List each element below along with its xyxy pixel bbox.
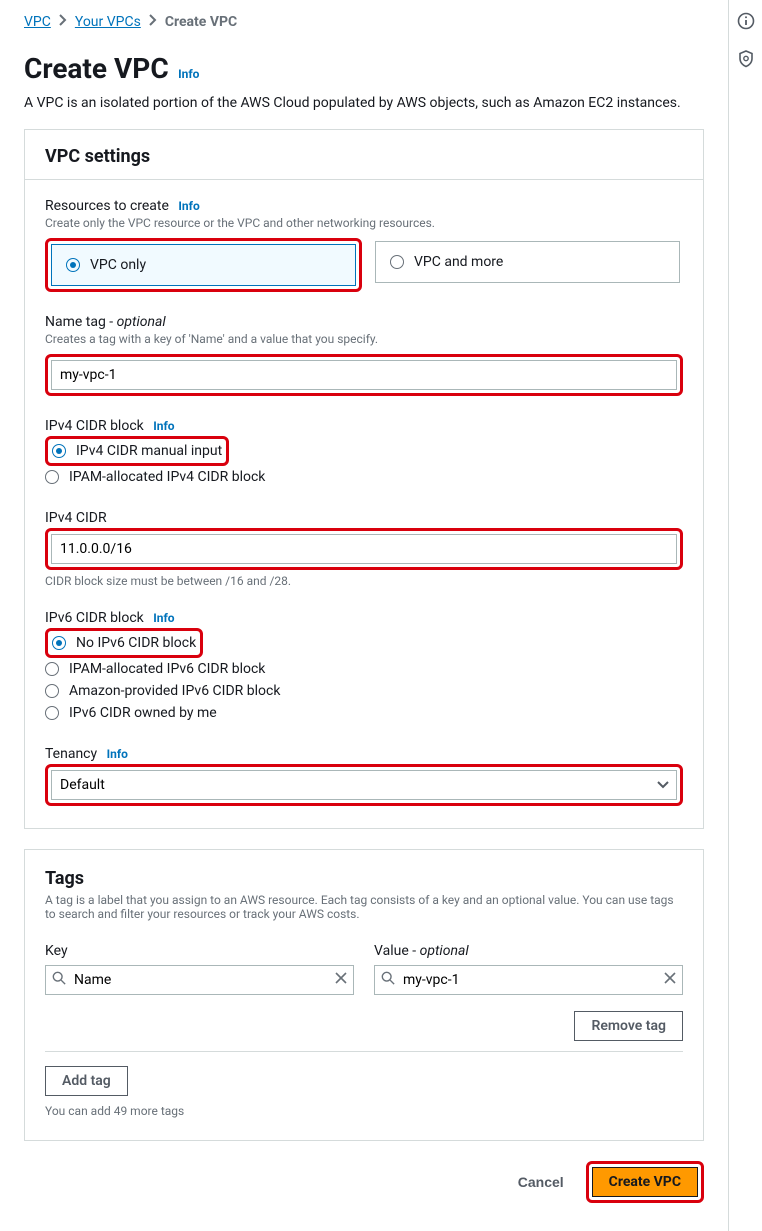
chevron-right-icon [149, 14, 157, 30]
optional-label: optional [420, 943, 469, 959]
tenancy-select[interactable] [51, 770, 677, 800]
search-icon [381, 971, 395, 989]
radio-selected-icon [66, 258, 80, 272]
radio-ipv6-owned[interactable]: IPv6 CIDR owned by me [45, 702, 683, 724]
clear-icon[interactable] [664, 972, 676, 988]
chevron-right-icon [59, 14, 67, 30]
cancel-button[interactable]: Cancel [512, 1173, 570, 1191]
radio-label: IPv4 CIDR manual input [76, 443, 222, 459]
tile-label: VPC only [90, 257, 146, 273]
field-label: Name tag - [45, 314, 117, 330]
ipv4-cidr-field: IPv4 CIDR CIDR block size must be betwee… [45, 510, 683, 588]
field-label: IPv4 CIDR [45, 510, 683, 526]
radio-unselected-icon [45, 662, 59, 676]
tag-key-label: Key [45, 943, 354, 959]
panel-title: Tags [45, 868, 683, 889]
name-tag-input[interactable] [51, 360, 677, 390]
radio-unselected-icon [45, 470, 59, 484]
page-description: A VPC is an isolated portion of the AWS … [24, 95, 704, 111]
form-footer: Cancel Create VPC [24, 1161, 704, 1203]
ipv4-cidr-block-field: IPv4 CIDR block Info IPv4 CIDR manual in… [45, 418, 683, 488]
panel-title: VPC settings [45, 146, 683, 167]
breadcrumb-link-vpc[interactable]: VPC [24, 14, 51, 30]
tenancy-select-value[interactable] [51, 770, 677, 800]
radio-label: IPAM-allocated IPv6 CIDR block [69, 661, 265, 677]
tag-value-label: Value - [374, 943, 420, 959]
tag-value-input[interactable] [374, 965, 683, 995]
field-label: Tenancy [45, 746, 97, 762]
shield-icon[interactable] [737, 50, 755, 72]
tile-vpc-only[interactable]: VPC only [51, 244, 356, 286]
info-link[interactable]: Info [178, 67, 199, 81]
radio-ipv4-ipam[interactable]: IPAM-allocated IPv4 CIDR block [45, 466, 683, 488]
info-link[interactable]: Info [178, 199, 199, 213]
info-link[interactable]: Info [153, 611, 174, 625]
tags-description: A tag is a label that you assign to an A… [45, 893, 683, 921]
field-label: IPv6 CIDR block [45, 610, 144, 626]
info-link[interactable]: Info [107, 747, 128, 761]
radio-unselected-icon [45, 684, 59, 698]
field-hint: CIDR block size must be between /16 and … [45, 574, 683, 588]
info-link[interactable]: Info [153, 419, 174, 433]
right-side-rail [728, 0, 762, 1231]
field-description: Creates a tag with a key of 'Name' and a… [45, 332, 683, 346]
radio-label: IPAM-allocated IPv4 CIDR block [69, 469, 265, 485]
breadcrumb: VPC Your VPCs Create VPC [24, 14, 704, 30]
add-tag-button[interactable]: Add tag [45, 1066, 128, 1096]
field-description: Create only the VPC resource or the VPC … [45, 216, 683, 230]
tag-count-hint: You can add 49 more tags [45, 1104, 683, 1118]
tags-panel: Tags A tag is a label that you assign to… [24, 849, 704, 1141]
radio-ipv6-amazon[interactable]: Amazon-provided IPv6 CIDR block [45, 680, 683, 702]
radio-label: Amazon-provided IPv6 CIDR block [69, 683, 280, 699]
clear-icon[interactable] [335, 972, 347, 988]
tag-row: Key Value - optional [45, 943, 683, 995]
vpc-settings-panel: VPC settings Resources to create Info Cr… [24, 129, 704, 829]
page-title: Create VPC [24, 52, 169, 85]
resources-to-create-field: Resources to create Info Create only the… [45, 198, 683, 292]
breadcrumb-current: Create VPC [165, 14, 237, 30]
breadcrumb-link-your-vpcs[interactable]: Your VPCs [75, 14, 141, 30]
radio-selected-icon [52, 444, 66, 458]
tile-vpc-and-more[interactable]: VPC and more [375, 241, 680, 283]
radio-label: No IPv6 CIDR block [76, 635, 196, 651]
radio-ipv6-ipam[interactable]: IPAM-allocated IPv6 CIDR block [45, 658, 683, 680]
radio-ipv4-manual[interactable]: IPv4 CIDR manual input [52, 440, 222, 462]
ipv6-cidr-block-field: IPv6 CIDR block Info No IPv6 CIDR block … [45, 610, 683, 724]
ipv4-cidr-input[interactable] [51, 534, 677, 564]
name-tag-field: Name tag - optional Creates a tag with a… [45, 314, 683, 396]
radio-unselected-icon [390, 255, 404, 269]
create-vpc-button[interactable]: Create VPC [592, 1167, 698, 1197]
optional-label: optional [117, 314, 166, 330]
tag-key-input[interactable] [45, 965, 354, 995]
field-label: Resources to create [45, 198, 169, 214]
radio-selected-icon [52, 636, 66, 650]
tenancy-field: Tenancy Info [45, 746, 683, 806]
info-icon[interactable] [737, 12, 755, 34]
tile-label: VPC and more [414, 254, 503, 270]
remove-tag-button[interactable]: Remove tag [574, 1011, 683, 1041]
radio-ipv6-none[interactable]: No IPv6 CIDR block [52, 632, 196, 654]
radio-label: IPv6 CIDR owned by me [69, 705, 217, 721]
field-label: IPv4 CIDR block [45, 418, 144, 434]
search-icon [52, 971, 66, 989]
radio-unselected-icon [45, 706, 59, 720]
